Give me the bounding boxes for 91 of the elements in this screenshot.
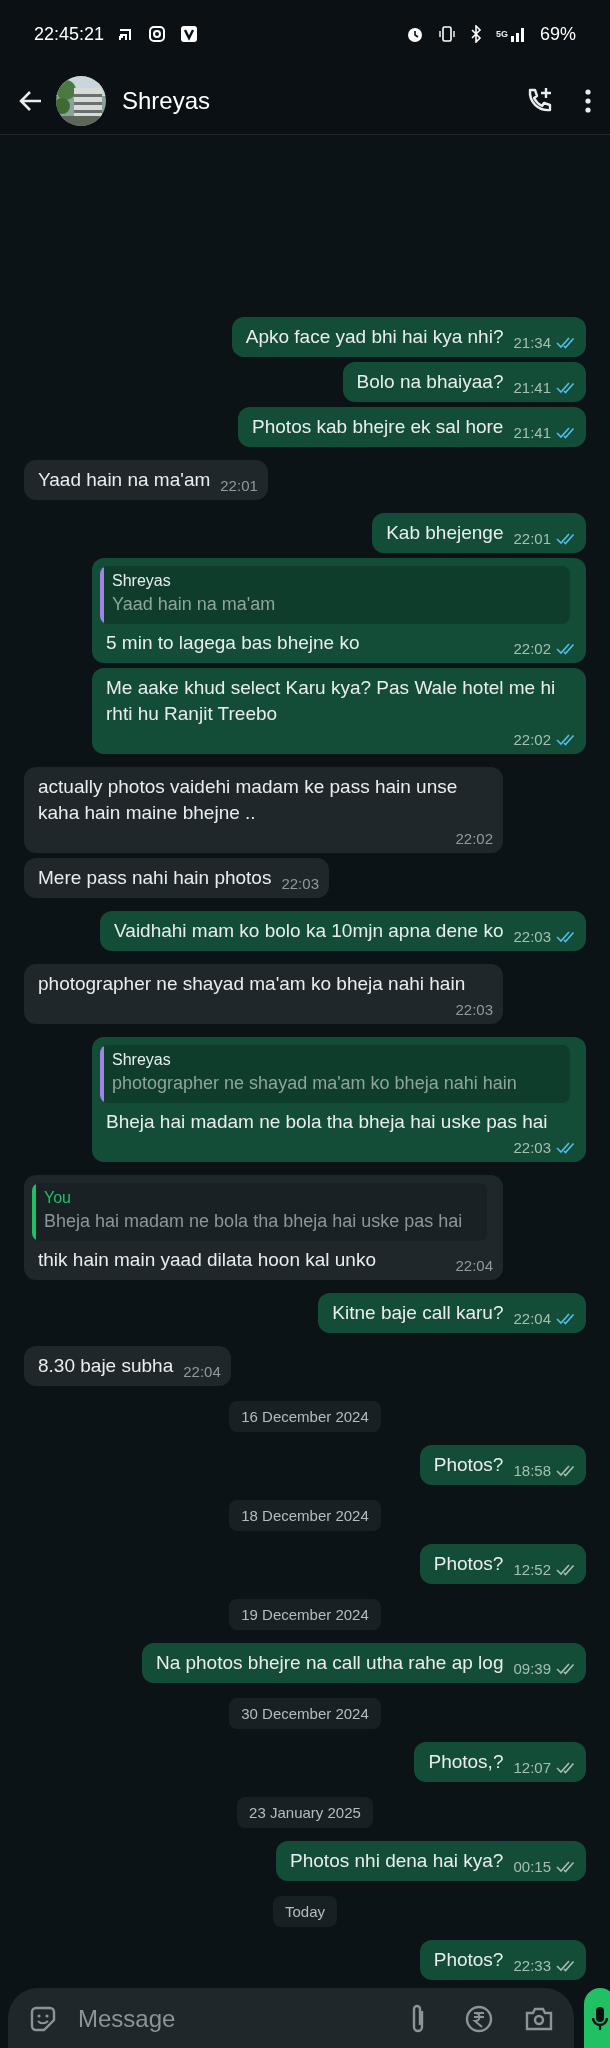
date-chip: 30 December 2024 [229,1698,381,1729]
quote-author: Shreyas [112,572,172,590]
message-text: actually photos vaidehi madam ke pass hain unse kaha hain maine bhejne .. [38,775,459,825]
message-text: 8.30 baje subha [38,1354,174,1378]
message-bubble[interactable]: Apko face yad bhi hai kya nhi? 21:34 [231,317,586,357]
network-type: 5G [495,29,508,39]
message-text: Photos? [433,1453,504,1477]
message-bubble[interactable]: Photos kab bhejre ek sal hore 21:41 [238,407,586,447]
message-bubble[interactable]: Photos,? 12:07 [414,1742,586,1782]
message-time: 22:04 [183,1362,221,1382]
message-text: Photos? [433,1948,504,1972]
message-time: 22:02 [455,829,493,849]
message-text: Bolo na bhaiyaa? [356,370,504,394]
message-text: Photos nhi dena hai kya? [290,1849,504,1873]
date-chip: 16 December 2024 [229,1401,381,1432]
message-bubble[interactable]: Shreyas photographer ne shayad ma'am ko bheja nahi hain Bheja hai madam ne bola tha bheja hai uske pas hai 22:03 [92,1037,586,1162]
message-bubble[interactable]: Photos? 12:52 [419,1544,586,1584]
quote-text: photographer ne shayad ma'am ko bheja nahi hain [112,1072,517,1095]
message-text: Bheja hai madam ne bola tha bheja hai uske pas hai [106,1110,548,1134]
message-bubble[interactable]: Kab bhejenge 22:01 [372,513,586,553]
message-time: 12:07 [513,1758,551,1778]
message-bubble[interactable]: Yaad hain na ma'am 22:01 [24,460,268,500]
message-text: Photos,? [428,1750,504,1774]
message-time: 22:03 [281,874,319,894]
message-time: 22:33 [513,1956,551,1976]
message-time: 22:04 [455,1256,493,1276]
message-bubble[interactable]: actually photos vaidehi madam ke pass hain unse kaha hain maine bhejne .. 22:02 [24,767,503,853]
message-time: 22:01 [513,529,551,549]
message-time: 09:39 [513,1659,551,1679]
message-text: thik hain main yaad dilata hoon kal unko [38,1248,376,1272]
alarm-icon [405,25,424,43]
quote-text: Yaad hain na ma'am [112,593,276,616]
message-time: 22:04 [513,1309,551,1329]
message-time: 12:52 [513,1560,551,1580]
message-bubble[interactable]: Me aake khud select Karu kya? Pas Wale hotel me hi rhti hu Ranjit Treebo 22:02 [92,668,586,754]
message-text: 5 min to lagega bas bhejne ko [106,631,360,655]
message-text: photographer ne shayad ma'am ko bheja nahi hain [38,972,466,996]
app-icon [180,25,199,43]
message-bubble[interactable]: 8.30 baje subha 22:04 [24,1346,231,1386]
message-bubble[interactable]: Vaidhahi mam ko bolo ka 10mjn apna dene ko 22:03 [100,911,586,951]
message-text: Vaidhahi mam ko bolo ka 10mjn apna dene ko [114,919,504,943]
message-time: 22:03 [513,1138,551,1158]
message-bubble[interactable]: Photos nhi dena hai kya? 00:15 [276,1841,586,1881]
message-time: 18:58 [513,1461,551,1481]
message-time: 22:03 [455,1000,493,1020]
message-bubble[interactable]: Mere pass nahi hain photos 22:03 [24,858,329,898]
quoted-message[interactable]: Shreyas photographer ne shayad ma'am ko bheja nahi hain [100,1045,570,1103]
message-bubble[interactable]: Na photos bhejre na call utha rahe ap log 09:39 [141,1643,586,1683]
message-bubble[interactable]: Photos? 22:33 [419,1940,586,1980]
message-time: 21:41 [513,378,551,398]
message-text: Photos? [433,1552,504,1576]
quote-author: Shreyas [112,1051,172,1069]
vibrate-icon [437,25,456,43]
contact-name[interactable]: Shreyas [122,87,512,115]
message-bubble[interactable]: Kitne baje call karu? 22:04 [318,1293,586,1333]
signal-icon [509,26,526,42]
microphone-button[interactable] [584,1988,610,2048]
message-time: 21:34 [513,333,551,353]
message-bubble[interactable]: Photos? 18:58 [419,1445,586,1485]
quote-author: You [44,1189,72,1207]
message-time: 22:02 [513,730,551,750]
message-time: 00:15 [513,1857,551,1877]
bluetooth-icon [469,25,482,43]
menu-icon[interactable] [584,88,592,114]
message-bubble[interactable]: Bolo na bhaiyaa? 21:41 [342,362,586,402]
message-text: Photos kab bhejre ek sal hore [252,415,504,439]
message-bubble[interactable]: Shreyas Yaad hain na ma'am 5 min to lagega bas bhejne ko 22:02 [92,558,586,663]
date-chip: 19 December 2024 [229,1599,381,1630]
message-bubble[interactable]: photographer ne shayad ma'am ko bheja nahi hain 22:03 [24,964,503,1024]
message-text: Apko face yad bhi hai kya nhi? [245,325,504,349]
date-chip: Today [273,1896,337,1927]
date-chip: 18 December 2024 [229,1500,381,1531]
battery-level: 69% [539,23,576,45]
message-bubble[interactable]: You Bheja hai madam ne bola tha bheja hai uske pas hai thik hain main yaad dilata hoon kal unko 22:04 [24,1175,503,1280]
message-time: 22:03 [513,927,551,947]
quoted-message[interactable]: Shreyas Yaad hain na ma'am [100,566,570,624]
message-text: Na photos bhejre na call utha rahe ap log [155,1651,504,1675]
message-text: Me aake khud select Karu kya? Pas Wale hotel me hi rhti hu Ranjit Treebo [106,676,557,726]
message-time: 21:41 [513,423,551,443]
message-time: 22:01 [220,476,258,496]
date-chip: 23 January 2025 [237,1797,373,1828]
message-time: 22:02 [513,639,551,659]
message-text: Mere pass nahi hain photos [38,866,272,890]
camera-app-icon [148,25,167,43]
message-field[interactable]: Message [8,1988,574,2048]
message-text: Yaad hain na ma'am [38,468,211,492]
message-text: Kitne baje call karu? [332,1301,504,1325]
quote-text: Bheja hai madam ne bola tha bheja hai uske pas hai [44,1210,463,1233]
quoted-message[interactable]: You Bheja hai madam ne bola tha bheja hai uske pas hai [32,1183,487,1241]
message-text: Kab bhejenge [386,521,504,545]
clock: 22:45:21 [34,23,105,45]
